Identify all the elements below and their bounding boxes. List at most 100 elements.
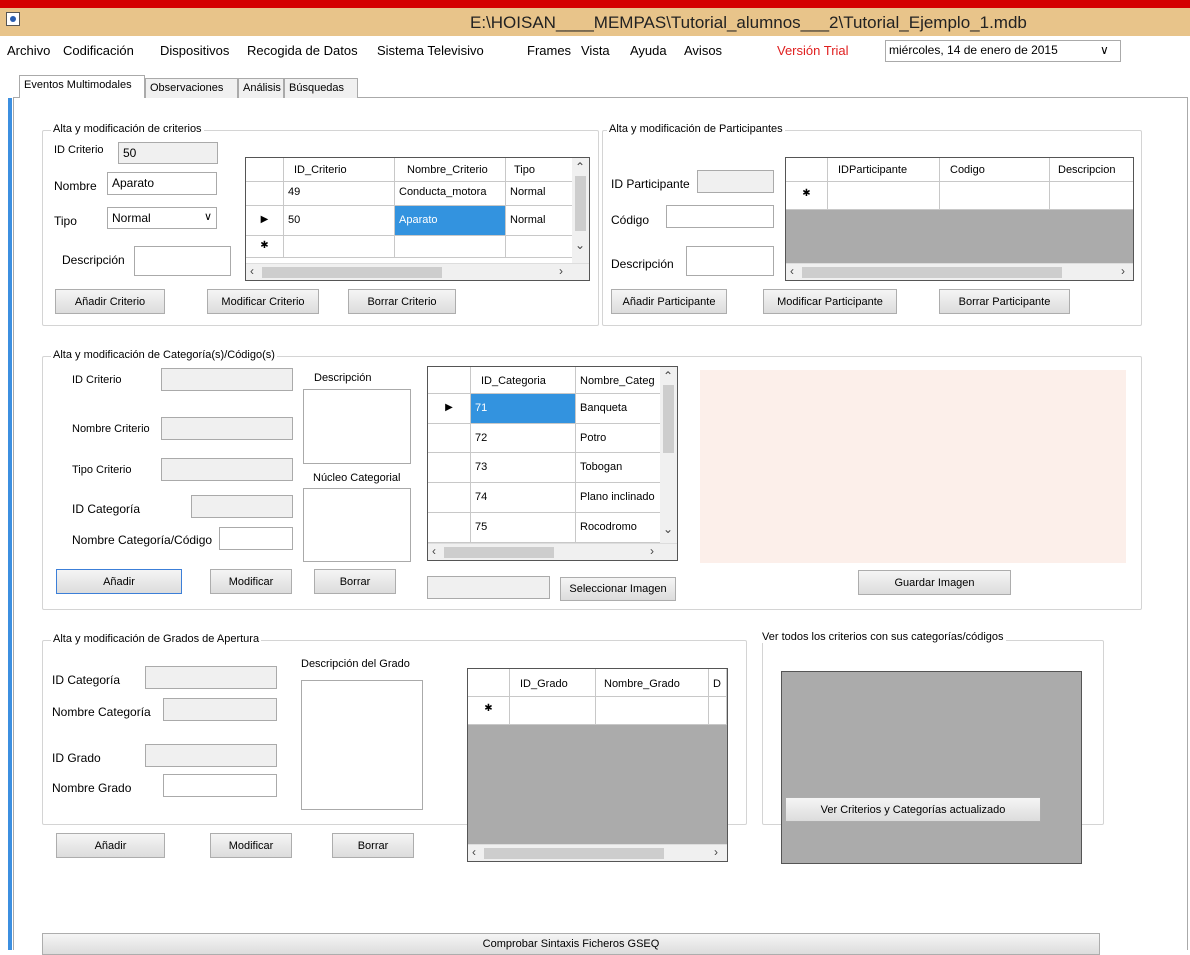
table-cell[interactable] — [284, 236, 395, 258]
table-cell[interactable]: Normal — [506, 206, 574, 236]
column-header[interactable]: Descripcion — [1050, 158, 1133, 182]
delete-criterio-button[interactable]: Borrar Criterio — [348, 289, 456, 314]
table-row[interactable]: 74 Plano inclinado — [428, 483, 661, 513]
delete-grado-button[interactable]: Borrar — [332, 833, 414, 858]
column-header[interactable]: Codigo — [940, 158, 1050, 182]
table-row[interactable]: ▶ 71 Banqueta — [428, 394, 661, 424]
table-cell-selected[interactable]: Aparato — [395, 206, 506, 236]
app-icon[interactable] — [6, 12, 20, 26]
refresh-criterios-button[interactable]: Ver Criterios y Categorías actualizado — [785, 797, 1041, 822]
check-gseq-syntax-button[interactable]: Comprobar Sintaxis Ficheros GSEQ — [42, 933, 1100, 955]
criterios-grid[interactable]: ID_Criterio Nombre_Criterio Tipo 49 Cond… — [245, 157, 590, 281]
menu-ayuda[interactable]: Ayuda — [630, 43, 667, 58]
table-cell[interactable]: Rocodromo — [576, 513, 661, 543]
menu-vista[interactable]: Vista — [581, 43, 610, 58]
grado-id-categoria-field[interactable] — [145, 666, 277, 689]
tab-observaciones[interactable]: Observaciones — [145, 78, 238, 98]
scroll-right-icon[interactable]: › — [559, 264, 563, 278]
menu-dispositivos[interactable]: Dispositivos — [160, 43, 229, 58]
table-cell[interactable]: 72 — [471, 424, 576, 453]
tab-analisis[interactable]: Análisis — [238, 78, 284, 98]
menu-frames[interactable]: Frames — [527, 43, 571, 58]
chevron-down-icon[interactable]: ∨ — [1100, 43, 1109, 57]
column-header[interactable]: Nombre_Categ — [576, 367, 661, 394]
menu-avisos[interactable]: Avisos — [684, 43, 722, 58]
criterios-tree-view[interactable] — [781, 671, 1082, 864]
criterio-nombre-field[interactable]: Aparato — [107, 172, 217, 195]
add-categoria-button[interactable]: Añadir — [56, 569, 182, 594]
table-cell[interactable]: 49 — [284, 182, 395, 206]
cat-nucleo-field[interactable] — [303, 488, 411, 562]
criterio-descripcion-field[interactable] — [134, 246, 231, 276]
scroll-left-icon[interactable]: ‹ — [432, 544, 436, 558]
cat-tipo-criterio-field[interactable] — [161, 458, 293, 481]
cat-nombre-criterio-field[interactable] — [161, 417, 293, 440]
scroll-down-icon[interactable]: ⌄ — [575, 238, 585, 252]
tab-eventos-multimodales[interactable]: Eventos Multimodales — [19, 75, 145, 98]
categorias-grid[interactable]: ID_Categoria Nombre_Categ ▶ 71 Banqueta … — [427, 366, 678, 561]
modify-grado-button[interactable]: Modificar — [210, 833, 292, 858]
table-row-new[interactable]: ✱ — [246, 236, 574, 258]
scroll-left-icon[interactable]: ‹ — [790, 264, 794, 278]
column-header[interactable]: Nombre_Criterio — [395, 158, 506, 182]
table-cell[interactable]: Conducta_motora — [395, 182, 506, 206]
column-header[interactable]: D — [709, 669, 727, 697]
participante-id-field[interactable] — [697, 170, 774, 193]
table-cell[interactable]: Plano inclinado — [576, 483, 661, 513]
table-row[interactable]: 72 Potro — [428, 424, 661, 453]
table-cell[interactable] — [506, 236, 574, 258]
vertical-scrollbar[interactable]: ⌃ ⌄ — [660, 367, 677, 543]
table-cell[interactable]: 74 — [471, 483, 576, 513]
table-cell[interactable]: Tobogan — [576, 453, 661, 483]
table-cell-selected[interactable]: 71 — [471, 394, 576, 424]
menu-recogida-datos[interactable]: Recogida de Datos — [247, 43, 358, 58]
horizontal-scrollbar[interactable]: ‹ › — [468, 844, 727, 861]
column-header[interactable]: Nombre_Grado — [596, 669, 709, 697]
cat-nombre-categoria-field[interactable] — [219, 527, 293, 550]
table-cell[interactable]: 50 — [284, 206, 395, 236]
table-row-new[interactable]: ✱ — [786, 182, 1133, 210]
modify-categoria-button[interactable]: Modificar — [210, 569, 292, 594]
menu-sistema-televisivo[interactable]: Sistema Televisivo — [377, 43, 484, 58]
column-header[interactable]: Tipo — [506, 158, 574, 182]
column-header[interactable]: ID_Criterio — [284, 158, 395, 182]
column-header[interactable]: ID_Grado — [510, 669, 596, 697]
participante-descripcion-field[interactable] — [686, 246, 774, 276]
scroll-thumb[interactable] — [802, 267, 1062, 278]
column-header[interactable]: IDParticipante — [828, 158, 940, 182]
criterio-tipo-select[interactable]: Normal ∨ — [107, 207, 217, 229]
scroll-thumb[interactable] — [484, 848, 664, 859]
table-row[interactable]: 49 Conducta_motora Normal — [246, 182, 574, 206]
cat-descripcion-field[interactable] — [303, 389, 411, 464]
tab-busquedas[interactable]: Búsquedas — [284, 78, 358, 98]
table-cell[interactable]: 73 — [471, 453, 576, 483]
grado-descripcion-field[interactable] — [301, 680, 423, 810]
menu-archivo[interactable]: Archivo — [7, 43, 50, 58]
add-criterio-button[interactable]: Añadir Criterio — [55, 289, 165, 314]
scroll-left-icon[interactable]: ‹ — [472, 845, 476, 859]
table-cell[interactable]: Banqueta — [576, 394, 661, 424]
table-row[interactable]: ▶ 50 Aparato Normal — [246, 206, 574, 236]
participantes-grid[interactable]: IDParticipante Codigo Descripcion ✱ ‹ › — [785, 157, 1134, 281]
scroll-thumb[interactable] — [444, 547, 554, 558]
grado-id-field[interactable] — [145, 744, 277, 767]
select-image-button[interactable]: Seleccionar Imagen — [560, 577, 676, 601]
scroll-thumb[interactable] — [663, 385, 674, 453]
cat-id-criterio-field[interactable] — [161, 368, 293, 391]
scroll-thumb[interactable] — [575, 176, 586, 231]
grado-nombre-field[interactable] — [163, 774, 277, 797]
horizontal-scrollbar[interactable]: ‹ › — [246, 263, 589, 280]
cat-id-categoria-field[interactable] — [191, 495, 293, 518]
table-cell[interactable] — [709, 697, 727, 725]
scroll-down-icon[interactable]: ⌄ — [663, 522, 673, 536]
table-cell[interactable]: Potro — [576, 424, 661, 453]
table-row[interactable]: 75 Rocodromo — [428, 513, 661, 543]
horizontal-scrollbar[interactable]: ‹ › — [786, 263, 1133, 280]
modify-criterio-button[interactable]: Modificar Criterio — [207, 289, 319, 314]
table-cell[interactable] — [395, 236, 506, 258]
image-path-field[interactable] — [427, 576, 550, 599]
table-row[interactable]: 73 Tobogan — [428, 453, 661, 483]
participante-codigo-field[interactable] — [666, 205, 774, 228]
table-cell[interactable] — [828, 182, 940, 210]
delete-participante-button[interactable]: Borrar Participante — [939, 289, 1070, 314]
